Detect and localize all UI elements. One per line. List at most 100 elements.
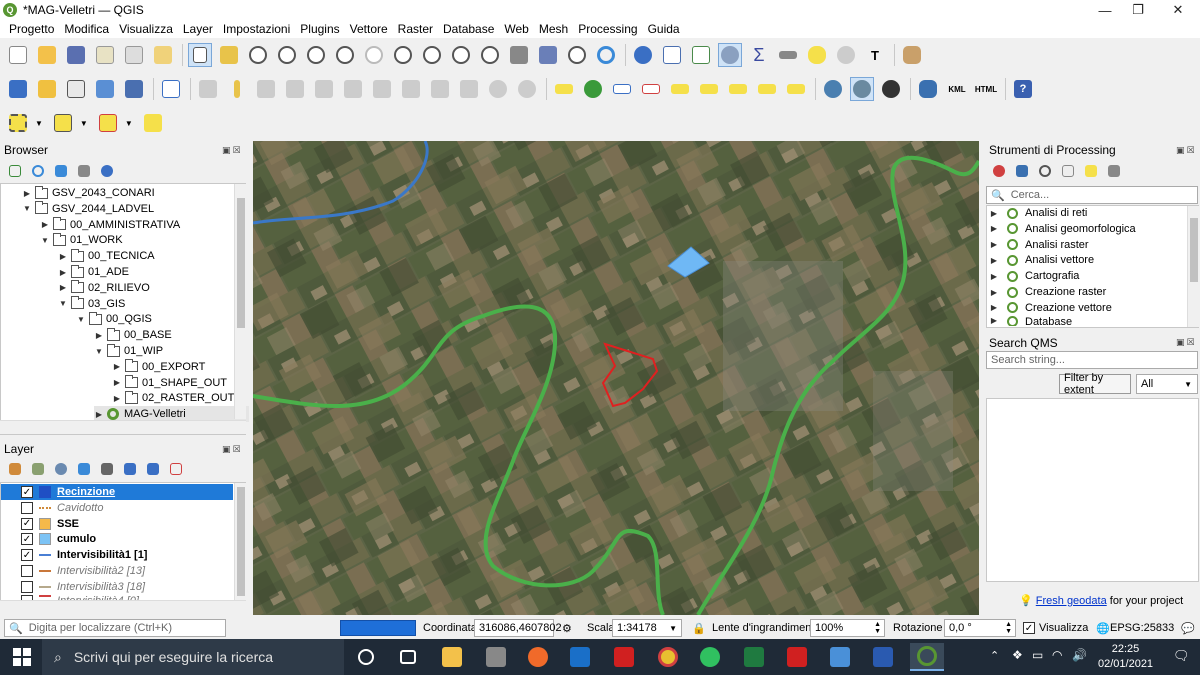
layer-visibility-checkbox[interactable]: ✓ bbox=[21, 517, 33, 530]
collapse-arrow-icon[interactable]: ▶ bbox=[989, 224, 999, 233]
browser-hscrollbar[interactable] bbox=[0, 420, 246, 434]
highlight-labels-icon[interactable] bbox=[639, 77, 663, 101]
browser-dock-buttons[interactable]: ▣☒ bbox=[222, 145, 243, 156]
toggle-editing-icon[interactable] bbox=[225, 77, 249, 101]
expand-arrow-icon[interactable]: ▼ bbox=[94, 347, 104, 356]
collapse-arrow-icon[interactable]: ▶ bbox=[989, 316, 999, 325]
layer-item[interactable]: Intervisibilità2 [13] bbox=[1, 563, 233, 579]
spin-arrows-icon[interactable]: ▲ ▼ bbox=[874, 621, 881, 635]
collapse-arrow-icon[interactable]: ▶ bbox=[989, 272, 999, 281]
acrobat-icon[interactable] bbox=[610, 643, 638, 671]
processing-group[interactable]: ▶ Creazione vettore bbox=[989, 300, 1112, 316]
visibility-icon[interactable] bbox=[52, 460, 70, 478]
menu-web[interactable]: Web bbox=[499, 22, 533, 36]
deselect-icon[interactable] bbox=[96, 111, 120, 135]
html-icon[interactable]: HTML bbox=[974, 77, 998, 101]
virtual-layer-icon[interactable] bbox=[159, 77, 183, 101]
close-button[interactable]: ✕ bbox=[1156, 0, 1200, 20]
statistical-summary-icon[interactable]: Σ bbox=[747, 43, 771, 67]
collapse-arrow-icon[interactable]: ▶ bbox=[989, 209, 999, 218]
outlook-icon[interactable] bbox=[566, 643, 594, 671]
pan-to-selection-icon[interactable] bbox=[217, 43, 241, 67]
browser-item[interactable]: ▶ 00_AMMINISTRATIVA bbox=[40, 217, 180, 233]
cortana-icon[interactable] bbox=[352, 643, 380, 671]
menu-visualizza[interactable]: Visualizza bbox=[114, 22, 178, 36]
add-feature-icon[interactable] bbox=[283, 77, 307, 101]
layer-visibility-checkbox[interactable] bbox=[21, 501, 33, 514]
add-vector-icon[interactable] bbox=[64, 77, 88, 101]
browser-item[interactable]: ▼ 01_WORK bbox=[40, 232, 123, 248]
processing-group[interactable]: ▶ Analisi geomorfologica bbox=[989, 221, 1136, 237]
menu-mesh[interactable]: Mesh bbox=[534, 22, 573, 36]
menu-processing[interactable]: Processing bbox=[573, 22, 642, 36]
collapse-arrow-icon[interactable]: ▶ bbox=[989, 303, 999, 312]
task-view-icon[interactable] bbox=[394, 643, 422, 671]
text-annotation-icon[interactable]: T bbox=[863, 43, 887, 67]
menu-raster[interactable]: Raster bbox=[393, 22, 438, 36]
menu-progetto[interactable]: Progetto bbox=[4, 22, 59, 36]
filter-icon[interactable] bbox=[52, 162, 70, 180]
browser-item[interactable]: ▼ GSV_2044_LADVEL bbox=[22, 201, 154, 217]
whatsapp-icon[interactable] bbox=[696, 643, 724, 671]
fresh-geodata-link[interactable]: Fresh geodata bbox=[1036, 595, 1107, 607]
attribute-table-icon[interactable] bbox=[660, 43, 684, 67]
processing-group[interactable]: ▶ Database bbox=[989, 315, 1072, 326]
zoom-full-icon[interactable] bbox=[333, 43, 357, 67]
processing-toolbox-icon[interactable] bbox=[718, 43, 742, 67]
pin-labels-icon[interactable] bbox=[610, 77, 634, 101]
style-manager-icon[interactable] bbox=[151, 43, 175, 67]
browser-item[interactable]: ▶ 00_EXPORT bbox=[112, 359, 205, 375]
open-project-icon[interactable] bbox=[35, 43, 59, 67]
processing-group[interactable]: ▶ Analisi vettore bbox=[989, 252, 1094, 268]
qms-dock-buttons[interactable]: ▣☒ bbox=[1176, 337, 1197, 348]
browser-item[interactable]: ▶ GSV_2043_CONARI bbox=[22, 185, 155, 201]
notifications-icon[interactable]: 🗨 bbox=[1173, 648, 1190, 664]
qms-search-icon[interactable] bbox=[850, 77, 874, 101]
copy-features-icon[interactable] bbox=[428, 77, 452, 101]
processing-scrollbar[interactable] bbox=[1187, 206, 1199, 327]
refresh-icon[interactable] bbox=[29, 162, 47, 180]
crs-button[interactable]: EPSG:25833 bbox=[1110, 622, 1174, 634]
layout-manager-icon[interactable] bbox=[122, 43, 146, 67]
zoom-selection-icon[interactable] bbox=[362, 43, 386, 67]
select-features-icon[interactable] bbox=[6, 111, 30, 135]
field-calculator-icon[interactable] bbox=[689, 43, 713, 67]
browser-item[interactable]: ▶ 02_RASTER_OUT bbox=[112, 390, 234, 406]
modify-attributes-icon[interactable] bbox=[341, 77, 365, 101]
chevron-down-icon[interactable]: ▼ bbox=[80, 119, 88, 128]
collapse-arrow-icon[interactable]: ▶ bbox=[112, 394, 122, 403]
collapse-arrow-icon[interactable]: ▶ bbox=[94, 331, 104, 340]
kml-icon[interactable]: KML bbox=[945, 77, 969, 101]
scale-field[interactable]: 1:34178 ▼ bbox=[612, 619, 682, 637]
rotate-label-icon[interactable] bbox=[697, 77, 721, 101]
move-label-icon[interactable] bbox=[668, 77, 692, 101]
file-explorer-icon[interactable] bbox=[438, 643, 466, 671]
undo-icon[interactable] bbox=[486, 77, 510, 101]
lock-scale-icon[interactable]: 🔒 bbox=[692, 622, 706, 635]
chevron-down-icon[interactable]: ▼ bbox=[35, 119, 43, 128]
layer-item[interactable]: ✓ Recinzione bbox=[1, 484, 233, 500]
layer-visibility-checkbox[interactable]: ✓ bbox=[21, 486, 33, 498]
menu-guida[interactable]: Guida bbox=[643, 22, 685, 36]
expand-arrow-icon[interactable]: ▼ bbox=[22, 204, 32, 213]
data-source-manager-icon[interactable] bbox=[6, 77, 30, 101]
layer-visibility-checkbox[interactable]: ✓ bbox=[21, 549, 33, 562]
browser-item[interactable]: ▶ 01_SHAPE_OUT bbox=[112, 375, 227, 391]
remove-layer-icon[interactable] bbox=[167, 460, 185, 478]
collapse-arrow-icon[interactable]: ▶ bbox=[989, 240, 999, 249]
zoom-rubber-icon[interactable] bbox=[304, 43, 328, 67]
browser-item[interactable]: ▼ 00_QGIS bbox=[76, 311, 152, 327]
browser-item[interactable]: ▶ 00_TECNICA bbox=[58, 248, 155, 264]
osm-plugin-icon[interactable] bbox=[879, 77, 903, 101]
layer-item[interactable]: ✓ cumulo bbox=[1, 531, 233, 547]
new-map-view-icon[interactable] bbox=[507, 43, 531, 67]
expand-arrow-icon[interactable]: ▼ bbox=[58, 299, 68, 308]
results-viewer-icon[interactable] bbox=[1059, 162, 1077, 180]
identify-icon[interactable] bbox=[631, 43, 655, 67]
qms-results-list[interactable] bbox=[986, 398, 1199, 582]
chevron-down-icon[interactable]: ▼ bbox=[125, 119, 133, 128]
info-icon[interactable] bbox=[98, 162, 116, 180]
redo-icon[interactable] bbox=[515, 77, 539, 101]
bookmark-icon[interactable] bbox=[536, 43, 560, 67]
add-wms-icon[interactable] bbox=[122, 77, 146, 101]
